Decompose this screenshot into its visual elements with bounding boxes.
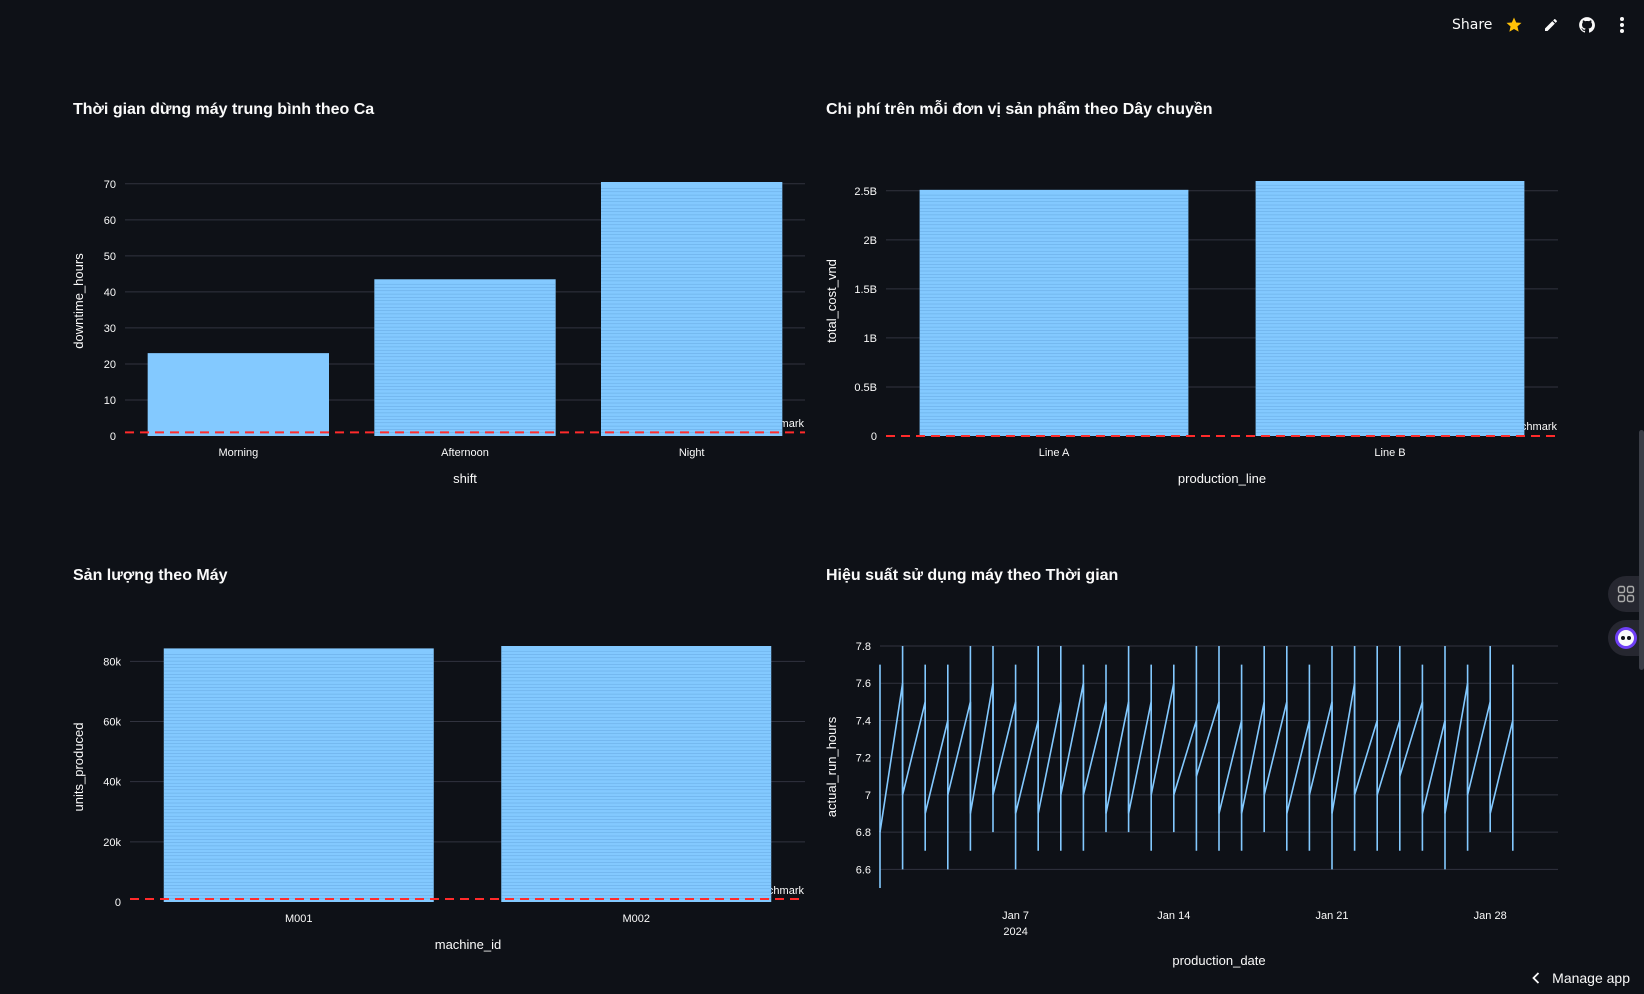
chevron-left-icon [1532,972,1540,984]
y-tick-label: 7.4 [856,715,871,727]
chart-runhours-over-time: production_date actual_run_hours 6.6 6.8 7… [824,641,1558,968]
manage-app-label: Manage app [1552,970,1630,986]
y-tick-label: 6.8 [856,827,871,839]
x-tick-label: Jan 28 [1474,910,1507,922]
y-tick-label: 7.6 [856,678,871,690]
manage-app-button[interactable]: Manage app [1532,970,1630,986]
y-tick-label: 7 [865,790,871,802]
y-axis-title: actual_run_hours [824,716,839,817]
y-tick-label: 6.6 [856,864,871,876]
x-axis-title: production_date [1172,953,1265,968]
x-tick-label: Jan 21 [1315,910,1348,922]
x-tick-sublabel: 2024 [1003,926,1027,938]
y-tick-label: 7.8 [856,641,871,653]
x-tick-label: Jan 7 [1002,910,1029,922]
page-scrollbar[interactable] [1639,430,1644,670]
x-tick-label: Jan 14 [1157,910,1190,922]
y-tick-label: 7.2 [856,753,871,765]
